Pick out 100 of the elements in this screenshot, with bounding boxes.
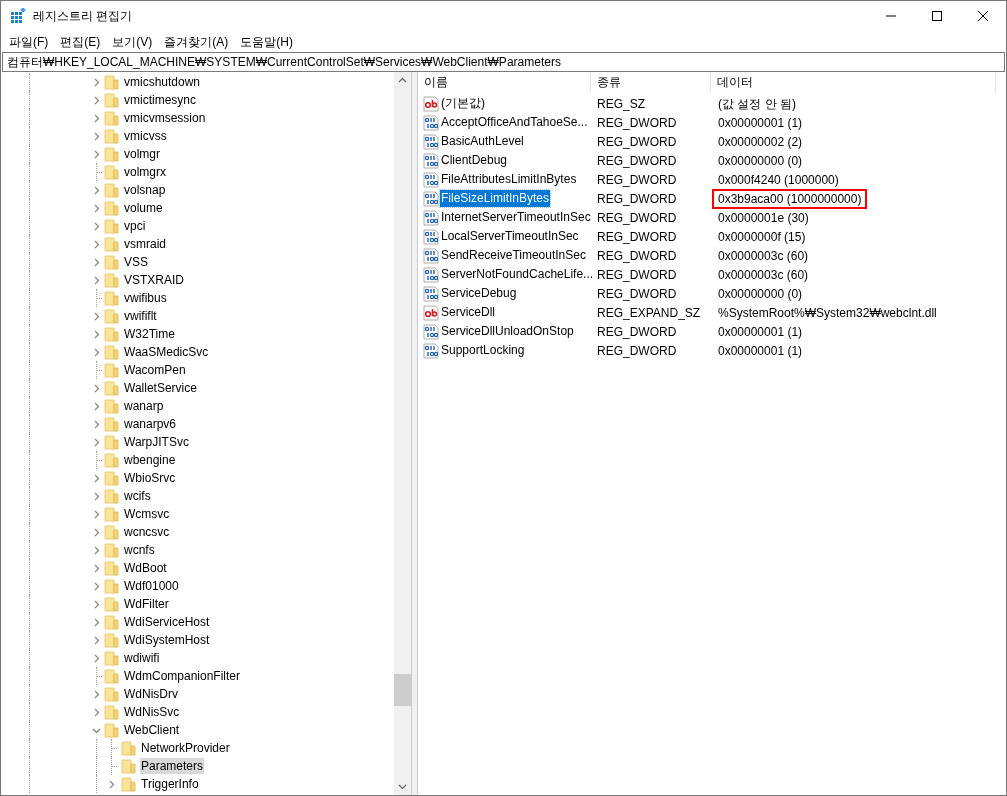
binary-value-icon: [423, 342, 439, 359]
tree-item[interactable]: WdNisDrv: [123, 686, 179, 702]
tree-item[interactable]: wbengine: [123, 452, 177, 468]
tree-item[interactable]: WebClient: [123, 722, 181, 738]
folder-icon: [104, 344, 119, 360]
value-type: REG_DWORD: [596, 152, 678, 170]
tree-item[interactable]: vmicvmsession: [123, 110, 207, 126]
value-type: REG_DWORD: [596, 342, 678, 360]
tree-item[interactable]: wcncsvc: [123, 524, 171, 540]
folder-icon: [104, 506, 119, 522]
tree-item[interactable]: vwifibus: [123, 290, 168, 306]
tree-item[interactable]: WdBoot: [123, 560, 168, 576]
folder-icon: [104, 146, 119, 162]
folder-icon: [104, 74, 119, 90]
folder-icon: [104, 236, 119, 252]
value-name[interactable]: BasicAuthLevel: [440, 133, 525, 150]
tree-item[interactable]: WdNisSvc: [123, 704, 181, 720]
value-name[interactable]: LocalServerTimeoutInSec: [440, 228, 580, 245]
tree-item[interactable]: Wcmsvc: [123, 506, 171, 522]
folder-icon: [104, 290, 119, 306]
folder-icon: [104, 362, 119, 378]
value-name[interactable]: InternetServerTimeoutInSec: [440, 209, 592, 226]
value-data: 0x0000000f (15): [717, 228, 807, 246]
value-name[interactable]: ServiceDllUnloadOnStop: [440, 323, 575, 340]
tree-item[interactable]: volmgrx: [123, 164, 167, 180]
value-data: 0x3b9aca00 (1000000000): [712, 188, 868, 209]
folder-icon: [104, 218, 119, 234]
value-data: (값 설정 안 됨): [717, 95, 797, 113]
tree-item[interactable]: W32Time: [123, 326, 176, 342]
tree-item[interactable]: TriggerInfo: [140, 776, 200, 792]
tree-item[interactable]: wcifs: [123, 488, 152, 504]
tree-item[interactable]: volmgr: [123, 146, 161, 162]
tree-item[interactable]: WalletService: [123, 380, 198, 396]
tree-item[interactable]: wanarp: [123, 398, 165, 414]
menu-item[interactable]: 편집(E): [54, 31, 107, 52]
folder-icon: [104, 650, 119, 666]
value-type: REG_DWORD: [596, 114, 678, 132]
tree-item[interactable]: WdFilter: [123, 596, 170, 612]
value-name[interactable]: ServerNotFoundCacheLife...: [440, 266, 595, 283]
folder-icon: [104, 704, 119, 720]
value-name[interactable]: SupportLocking: [440, 342, 526, 359]
tree-item[interactable]: vsmraid: [123, 236, 167, 252]
binary-value-icon: [423, 266, 439, 283]
value-name[interactable]: AcceptOfficeAndTahoeSe...: [440, 114, 589, 131]
value-data: 0x00000000 (0): [717, 152, 804, 170]
value-name[interactable]: ServiceDll: [440, 304, 496, 321]
value-name[interactable]: (기본값): [440, 95, 486, 112]
tree-item[interactable]: WdmCompanionFilter: [123, 668, 242, 684]
tree-item[interactable]: WbioSrvc: [123, 470, 177, 486]
menu-item[interactable]: 도움말(H): [234, 31, 299, 52]
tree-item[interactable]: WarpJITSvc: [123, 434, 190, 450]
binary-value-icon: [423, 152, 439, 169]
tree-item[interactable]: VSTXRAID: [123, 272, 185, 288]
folder-icon: [104, 452, 119, 468]
tree-item[interactable]: Wdf01000: [123, 578, 180, 594]
tree-item[interactable]: wanarpv6: [123, 416, 178, 432]
scrollbar-thumb[interactable]: [394, 674, 411, 706]
tree-item[interactable]: vpci: [123, 218, 147, 234]
tree-item[interactable]: wcnfs: [123, 542, 156, 558]
tree-item[interactable]: vwififlt: [123, 308, 158, 324]
tree-item[interactable]: Parameters: [140, 758, 205, 774]
value-name[interactable]: FileAttributesLimitInBytes: [440, 171, 578, 188]
tree-item[interactable]: WacomPen: [123, 362, 187, 378]
folder-icon: [104, 434, 119, 450]
tree-item[interactable]: NetworkProvider: [140, 740, 231, 756]
registry-app-icon: [10, 8, 26, 24]
column-header[interactable]: 종류: [591, 72, 711, 93]
value-name[interactable]: ServiceDebug: [440, 285, 518, 302]
tree-item[interactable]: vmicvss: [123, 128, 168, 144]
tree-item[interactable]: WaaSMedicSvc: [123, 344, 210, 360]
tree-item[interactable]: vmicshutdown: [123, 74, 202, 90]
tree-item[interactable]: volsnap: [123, 182, 167, 198]
folder-icon: [104, 398, 119, 414]
folder-icon: [104, 272, 119, 288]
vertical-scrollbar[interactable]: [394, 72, 411, 795]
binary-value-icon: [423, 209, 439, 226]
tree-item[interactable]: VSS: [123, 254, 149, 270]
menu-item[interactable]: 파일(F): [3, 31, 55, 52]
value-name[interactable]: SendReceiveTimeoutInSec: [440, 247, 587, 264]
tree-item[interactable]: wdiwifi: [123, 650, 161, 666]
column-header[interactable]: 데이터: [711, 72, 996, 93]
tree-item[interactable]: WdiSystemHost: [123, 632, 211, 648]
value-name[interactable]: FileSizeLimitInBytes: [440, 190, 551, 207]
tree-item[interactable]: WdiServiceHost: [123, 614, 211, 630]
tree-item[interactable]: volume: [123, 200, 164, 216]
folder-icon: [104, 470, 119, 486]
menu-item[interactable]: 보기(V): [106, 31, 159, 52]
value-type: REG_DWORD: [596, 190, 678, 208]
folder-icon: [104, 488, 119, 504]
address-bar[interactable]: 컴퓨터₩HKEY_LOCAL_MACHINE₩SYSTEM₩CurrentControlSet₩Services₩WebClient₩Parameters: [2, 52, 1005, 72]
binary-value-icon: [423, 228, 439, 245]
tree-item[interactable]: vmictimesync: [123, 92, 197, 108]
column-header[interactable]: 이름: [418, 72, 591, 93]
value-type: REG_DWORD: [596, 323, 678, 341]
menu-item[interactable]: 즐겨찾기(A): [158, 31, 235, 52]
folder-icon: [104, 200, 119, 216]
folder-icon: [121, 740, 136, 756]
value-name[interactable]: ClientDebug: [440, 152, 509, 169]
folder-icon: [121, 758, 136, 774]
folder-icon: [104, 92, 119, 108]
